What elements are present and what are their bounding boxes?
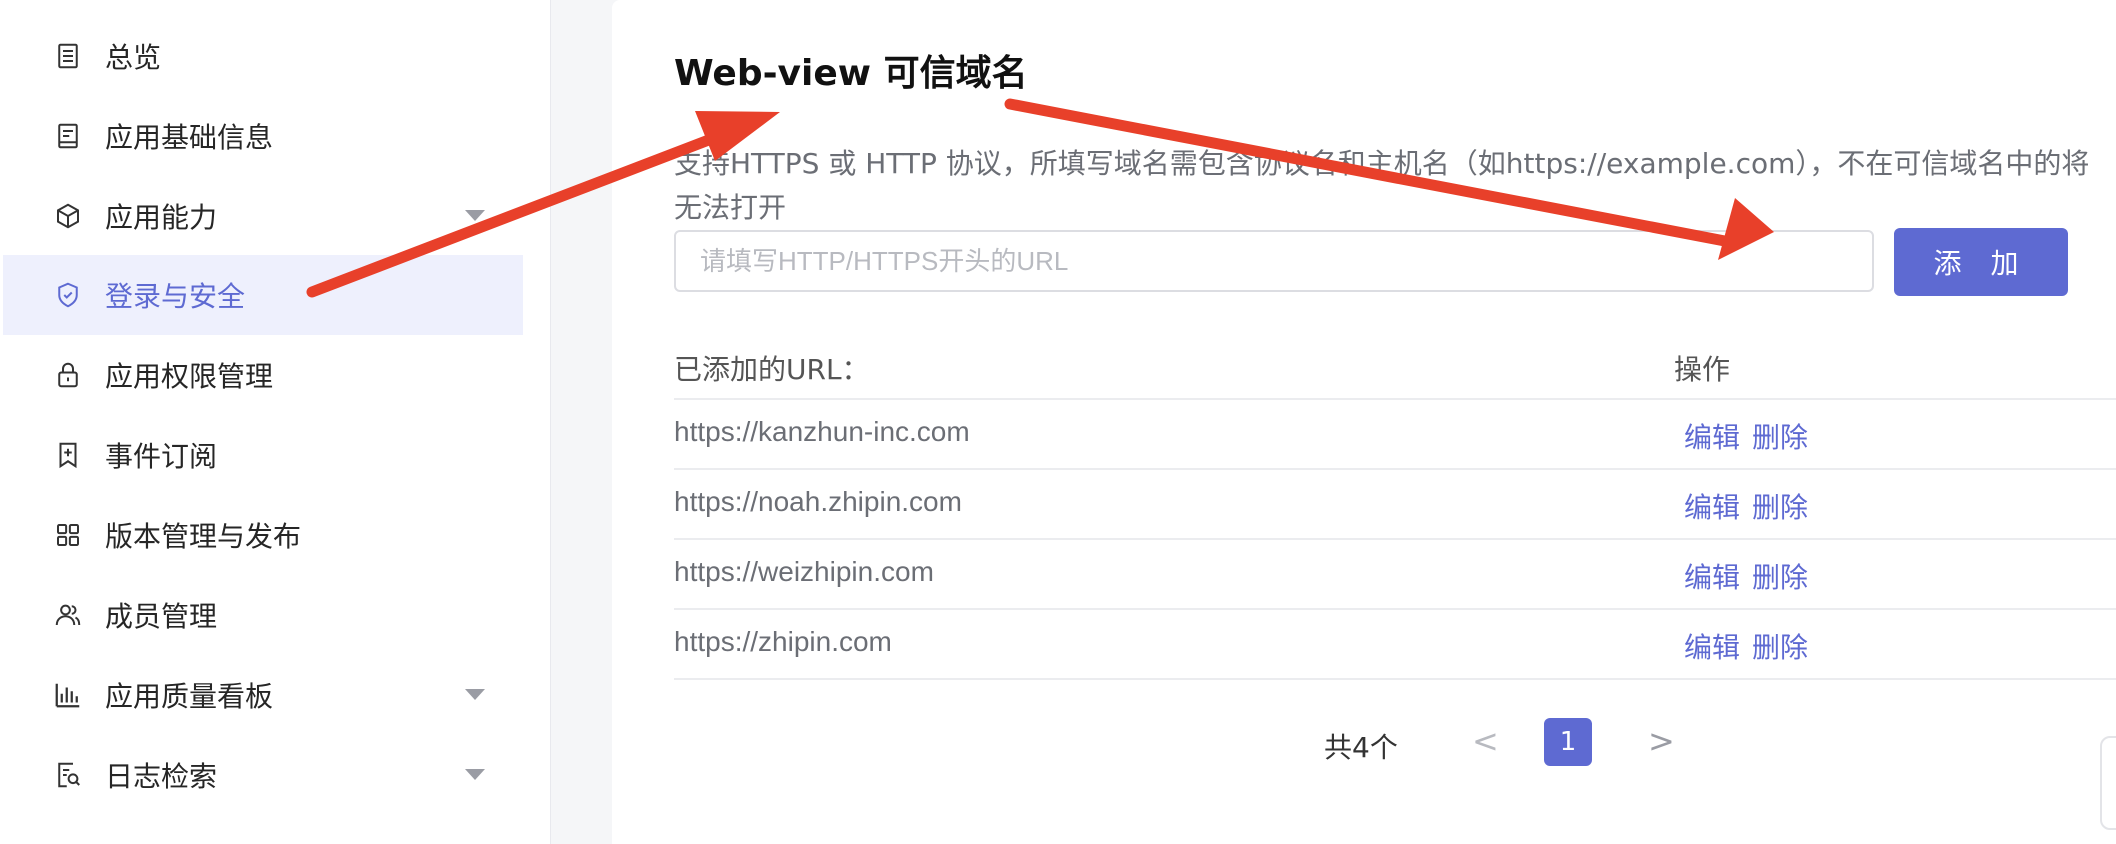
column-header-url: 已添加的URL： (674, 353, 870, 386)
table-row: https://zhipin.com 编辑 删除 (674, 610, 2116, 680)
table-row: https://kanzhun-inc.com 编辑 删除 (674, 400, 2116, 470)
sidebar-item-permissions[interactable]: 应用权限管理 (3, 335, 523, 415)
prev-page-icon[interactable]: < (1472, 722, 1499, 760)
sidebar-item-label: 登录与安全 (105, 280, 246, 313)
sidebar-item-event-subscription[interactable]: 事件订阅 (3, 415, 523, 495)
sidebar-item-label: 应用基础信息 (105, 121, 274, 154)
delete-link[interactable]: 删除 (1752, 486, 1808, 526)
pagination: 共4个 < 1 > (612, 712, 2116, 772)
chevron-down-icon[interactable] (465, 689, 485, 700)
page-title: Web-view 可信域名 (674, 53, 1028, 94)
sidebar-item-label: 事件订阅 (105, 440, 218, 473)
url-cell: https://weizhipin.com (674, 556, 934, 587)
url-cell: https://zhipin.com (674, 626, 892, 657)
add-button[interactable]: 添 加 (1894, 228, 2068, 296)
document-icon (53, 121, 83, 151)
sidebar-item-basic-info[interactable]: 应用基础信息 (3, 96, 523, 176)
pagination-total: 共4个 (1324, 731, 1398, 764)
table-row: https://weizhipin.com 编辑 删除 (674, 540, 2116, 610)
sidebar: 总览 应用基础信息 应用能力 登录与安全 应用权限管理 事件订阅 版本管理与发布… (0, 0, 551, 844)
delete-link[interactable]: 删除 (1752, 416, 1808, 456)
cube-icon (53, 201, 83, 231)
edit-link[interactable]: 编辑 (1684, 556, 1740, 596)
url-cell: https://noah.zhipin.com (674, 486, 962, 517)
url-input[interactable] (674, 230, 1874, 292)
sidebar-item-log-search[interactable]: 日志检索 (3, 735, 523, 815)
column-header-ops: 操作 (1674, 353, 1731, 386)
sidebar-item-label: 版本管理与发布 (105, 520, 302, 553)
edit-link[interactable]: 编辑 (1684, 416, 1740, 456)
list-doc-icon (53, 41, 83, 71)
layout-gutter (552, 0, 582, 844)
sidebar-item-label: 日志检索 (105, 760, 218, 793)
bar-chart-icon (53, 680, 83, 710)
url-table: 已添加的URL： 操作 https://kanzhun-inc.com 编辑 删… (674, 330, 2116, 680)
url-cell: https://kanzhun-inc.com (674, 416, 970, 447)
table-row: https://noah.zhipin.com 编辑 删除 (674, 470, 2116, 540)
content-card: Web-view 可信域名 支持HTTPS 或 HTTP 协议，所填写域名需包含… (612, 0, 2116, 844)
sidebar-item-label: 应用质量看板 (105, 680, 274, 713)
description-text: 支持HTTPS 或 HTTP 协议，所填写域名需包含协议名和主机名（如https… (674, 147, 2090, 224)
grid-icon (53, 520, 83, 550)
sidebar-item-overview[interactable]: 总览 (3, 16, 523, 96)
sidebar-item-label: 应用权限管理 (105, 360, 274, 393)
users-icon (53, 600, 83, 630)
sidebar-item-members[interactable]: 成员管理 (3, 575, 523, 655)
chevron-down-icon[interactable] (465, 769, 485, 780)
delete-link[interactable]: 删除 (1752, 626, 1808, 666)
edit-link[interactable]: 编辑 (1684, 486, 1740, 526)
page-button-current[interactable]: 1 (1544, 718, 1592, 766)
sidebar-item-versions[interactable]: 版本管理与发布 (3, 495, 523, 575)
sidebar-item-quality-dashboard[interactable]: 应用质量看板 (3, 655, 523, 735)
sidebar-item-login-security[interactable]: 登录与安全 (3, 255, 523, 335)
floating-side-widget[interactable] (2100, 736, 2116, 830)
sidebar-item-capabilities[interactable]: 应用能力 (3, 176, 523, 256)
chevron-down-icon[interactable] (465, 210, 485, 221)
lock-icon (53, 360, 83, 390)
table-header: 已添加的URL： 操作 (674, 330, 2116, 400)
edit-link[interactable]: 编辑 (1684, 626, 1740, 666)
bookmark-plus-icon (53, 440, 83, 470)
sidebar-item-label: 总览 (105, 41, 162, 74)
sidebar-item-label: 应用能力 (105, 201, 218, 234)
shield-icon (53, 280, 83, 310)
search-doc-icon (53, 760, 83, 790)
sidebar-item-label: 成员管理 (105, 600, 218, 633)
next-page-icon[interactable]: > (1648, 722, 1675, 760)
delete-link[interactable]: 删除 (1752, 556, 1808, 596)
